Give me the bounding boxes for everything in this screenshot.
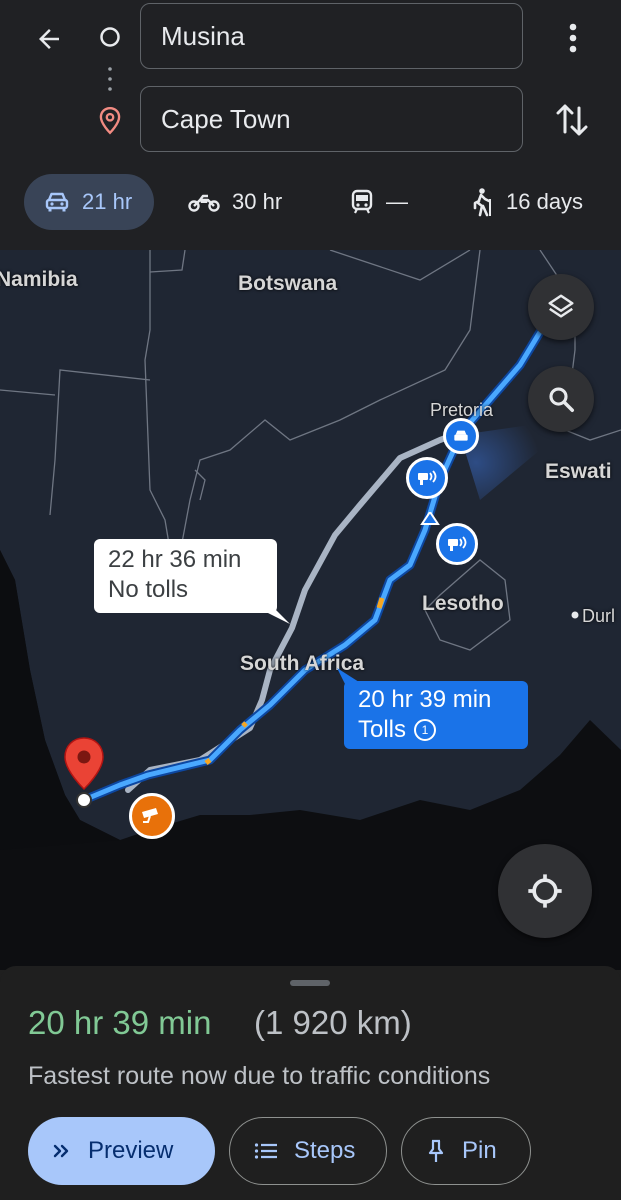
main-route-note-row: Tolls 1	[358, 715, 514, 745]
mode-walk-label: 16 days	[506, 189, 584, 214]
layers-button[interactable]	[528, 274, 594, 340]
arrow-back-icon	[39, 29, 59, 49]
alt-route-callout[interactable]: 22 hr 36 min No tolls	[94, 539, 277, 613]
crosshair-icon	[528, 874, 562, 908]
speed-camera-icon	[448, 536, 467, 551]
cctv-camera-icon	[142, 808, 158, 823]
pin-button[interactable]: Pin	[401, 1117, 531, 1185]
speed-camera-marker-2[interactable]	[436, 523, 478, 565]
route-distance: (1 920 km)	[254, 1004, 412, 1041]
alt-route-note: No tolls	[108, 576, 189, 603]
motorcycle-icon	[188, 194, 220, 212]
toll-count: 1	[421, 723, 429, 737]
car-icon	[45, 192, 69, 212]
travel-mode-tabs: 21 hr 30 hr — 16 days	[0, 174, 621, 230]
pin-label: Pin	[462, 1137, 497, 1164]
main-route-callout[interactable]: 20 hr 39 min Tolls 1	[344, 681, 528, 749]
mode-motorcycle-tab[interactable]: 30 hr	[188, 174, 282, 230]
label-eswatini: Eswati	[545, 460, 612, 483]
list-icon	[254, 1143, 277, 1159]
preview-label: Preview	[88, 1137, 174, 1164]
origin-dot-icon	[99, 26, 121, 48]
label-namibia: Namibia	[0, 268, 78, 291]
my-location-button[interactable]	[498, 844, 592, 938]
destination-pin-icon	[99, 106, 121, 135]
label-lesotho: Lesotho	[422, 592, 504, 615]
label-durban: Durl	[582, 606, 616, 626]
label-botswana: Botswana	[238, 272, 338, 295]
more-options-button[interactable]	[558, 18, 588, 58]
directions-header: Musina Cape Town 21 hr 30 hr — 16 days	[0, 0, 621, 250]
search-along-route-button[interactable]	[528, 366, 594, 432]
mode-transit-tab[interactable]: —	[350, 174, 408, 230]
route-duration: 20 hr 39 min	[28, 1004, 212, 1041]
durban-dot	[571, 611, 579, 619]
destination-marker[interactable]	[62, 736, 106, 810]
main-route-time: 20 hr 39 min	[358, 686, 492, 713]
origin-text: Musina	[161, 20, 245, 51]
toll-count-badge: 1	[414, 719, 437, 741]
swap-button[interactable]	[552, 98, 592, 142]
alt-route-time: 22 hr 36 min	[108, 546, 242, 573]
drag-handle[interactable]	[290, 980, 330, 986]
mode-motorcycle-label: 30 hr	[232, 189, 283, 214]
mode-transit-label: —	[386, 189, 408, 214]
walking-icon	[473, 188, 491, 217]
route-map[interactable]: Namibia Botswana Pretoria Eswati Lesotho…	[0, 250, 621, 970]
swap-vert-icon	[556, 104, 588, 136]
alt-callout-tail	[262, 610, 290, 624]
steps-button[interactable]: Steps	[229, 1117, 387, 1185]
destination-field[interactable]: Cape Town	[140, 86, 523, 152]
more-vert-icon	[569, 23, 577, 53]
main-route-note: Tolls	[358, 716, 407, 743]
search-icon	[549, 387, 574, 412]
origin-field[interactable]: Musina	[140, 3, 523, 69]
main-callout-tail	[337, 668, 359, 684]
current-location-marker	[443, 418, 479, 454]
speed-camera-icon	[418, 470, 437, 485]
preview-button[interactable]: Preview	[28, 1117, 215, 1185]
double-chevron-icon	[53, 1144, 69, 1158]
back-button[interactable]	[28, 18, 70, 60]
steps-label: Steps	[294, 1137, 356, 1164]
mode-walk-tab[interactable]: 16 days	[470, 174, 583, 230]
traffic-camera-marker[interactable]	[129, 793, 175, 839]
mode-drive-label: 21 hr	[82, 189, 133, 214]
speed-camera-marker-1[interactable]	[406, 457, 448, 499]
destination-text: Cape Town	[161, 103, 291, 134]
train-icon	[351, 189, 373, 214]
route-connector-dots	[108, 67, 112, 91]
callout-pointer	[420, 512, 440, 525]
pushpin-icon	[428, 1139, 444, 1162]
car-icon	[454, 430, 468, 441]
layers-icon	[548, 294, 574, 318]
mode-drive-tab[interactable]: 21 hr	[24, 174, 154, 230]
route-summary-sheet[interactable]: 20 hr 39 min (1 920 km) Fastest route no…	[0, 966, 621, 1200]
route-description: Fastest route now due to traffic conditi…	[28, 1062, 491, 1090]
